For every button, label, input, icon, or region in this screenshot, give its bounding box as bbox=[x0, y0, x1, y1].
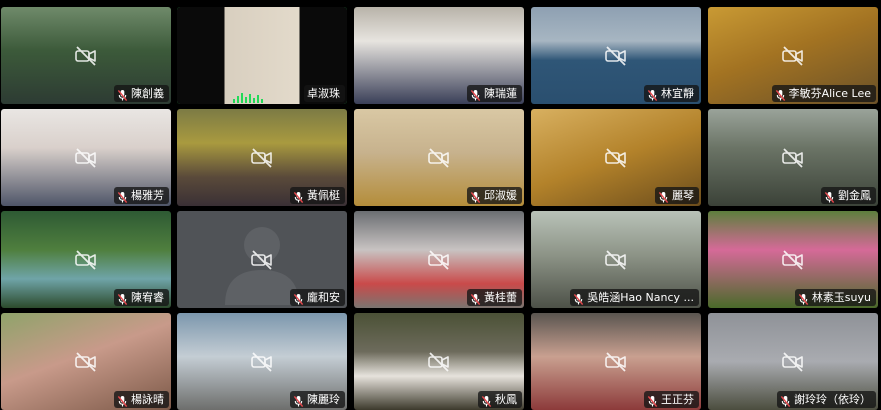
participant-name-tag: 王正芬 bbox=[644, 391, 699, 408]
video-camera-off-icon bbox=[74, 147, 98, 169]
participant-video-tile[interactable]: 楊雅芳 bbox=[1, 109, 171, 206]
participant-name: 卓淑珠 bbox=[307, 87, 340, 100]
microphone-muted-icon bbox=[647, 393, 658, 408]
participant-name: 邱淑媛 bbox=[484, 189, 517, 202]
participant-video-tile[interactable]: 林宜靜 bbox=[531, 7, 701, 104]
microphone-muted-icon bbox=[117, 291, 128, 306]
video-camera-off-icon bbox=[427, 147, 451, 169]
microphone-muted-icon bbox=[117, 87, 128, 102]
participant-name-tag: 陳宥睿 bbox=[114, 289, 169, 306]
participant-name-tag: 吳皓涵Hao Nancy ... bbox=[570, 289, 699, 306]
participant-name: 麗琴 bbox=[672, 189, 694, 202]
participant-name-tag: 邱淑媛 bbox=[467, 187, 522, 204]
participant-video-tile[interactable]: 麗琴 bbox=[531, 109, 701, 206]
participant-video-tile[interactable]: 吳皓涵Hao Nancy ... bbox=[531, 211, 701, 308]
video-camera-off-icon bbox=[250, 249, 274, 271]
participant-name-tag: 楊詠晴 bbox=[114, 391, 169, 408]
participant-name-tag: 李敏芬Alice Lee bbox=[771, 85, 876, 102]
microphone-muted-icon bbox=[470, 189, 481, 204]
participant-name: 秋鳳 bbox=[495, 393, 517, 406]
participant-video-tile[interactable]: 謝玲玲（依玲） bbox=[708, 313, 878, 410]
video-camera-off-icon bbox=[781, 147, 805, 169]
video-camera-off-icon bbox=[781, 249, 805, 271]
participant-video-tile[interactable]: 邱淑媛 bbox=[354, 109, 524, 206]
participant-name: 黃桂蕾 bbox=[484, 291, 517, 304]
participant-video-tile[interactable]: 陳瑞蓮 bbox=[354, 7, 524, 104]
microphone-muted-icon bbox=[470, 291, 481, 306]
microphone-muted-icon bbox=[117, 189, 128, 204]
participant-name: 龐和安 bbox=[307, 291, 340, 304]
microphone-muted-icon bbox=[117, 393, 128, 408]
participant-video-tile[interactable]: 秋鳳 bbox=[354, 313, 524, 410]
participant-name-tag: 陳瑞蓮 bbox=[467, 85, 522, 102]
participant-name: 黃佩梃 bbox=[307, 189, 340, 202]
participant-name: 林素玉suyu bbox=[811, 291, 871, 304]
microphone-muted-icon bbox=[481, 393, 492, 408]
participant-video-tile[interactable]: 劉金鳳 bbox=[708, 109, 878, 206]
speaking-audio-wave-icon bbox=[233, 93, 263, 103]
participant-video-tile[interactable]: 龐和安 bbox=[177, 211, 347, 308]
participant-name: 王正芬 bbox=[661, 393, 694, 406]
participant-name-tag: 秋鳳 bbox=[478, 391, 522, 408]
video-camera-off-icon bbox=[74, 45, 98, 67]
participant-name-tag: 林素玉suyu bbox=[794, 289, 876, 306]
participant-name-tag: 卓淑珠 bbox=[304, 85, 345, 102]
participant-name-tag: 龐和安 bbox=[290, 289, 345, 306]
participant-video-tile[interactable]: 林素玉suyu bbox=[708, 211, 878, 308]
participant-name: 楊詠晴 bbox=[131, 393, 164, 406]
video-camera-off-icon bbox=[427, 249, 451, 271]
video-camera-off-icon bbox=[427, 351, 451, 373]
participant-video-tile[interactable]: 王正芬 bbox=[531, 313, 701, 410]
participant-video-tile[interactable]: 陳宥睿 bbox=[1, 211, 171, 308]
participant-name-tag: 楊雅芳 bbox=[114, 187, 169, 204]
video-camera-off-icon bbox=[604, 45, 628, 67]
participant-video-tile[interactable]: 陳創義 bbox=[1, 7, 171, 104]
participant-name: 林宜靜 bbox=[661, 87, 694, 100]
video-camera-off-icon bbox=[74, 249, 98, 271]
participant-name-tag: 劉金鳳 bbox=[821, 187, 876, 204]
participant-name-tag: 麗琴 bbox=[655, 187, 699, 204]
participant-video-tile[interactable]: 陳麗玲 bbox=[177, 313, 347, 410]
participant-name-tag: 陳創義 bbox=[114, 85, 169, 102]
video-camera-off-icon bbox=[781, 45, 805, 67]
participant-name: 楊雅芳 bbox=[131, 189, 164, 202]
participant-name-tag: 陳麗玲 bbox=[290, 391, 345, 408]
video-camera-off-icon bbox=[604, 147, 628, 169]
participant-name: 吳皓涵Hao Nancy ... bbox=[587, 291, 694, 304]
microphone-muted-icon bbox=[293, 291, 304, 306]
video-camera-off-icon bbox=[250, 147, 274, 169]
video-camera-off-icon bbox=[74, 351, 98, 373]
microphone-muted-icon bbox=[293, 189, 304, 204]
participant-video-tile[interactable]: 黃佩梃 bbox=[177, 109, 347, 206]
participant-video-tile[interactable]: 楊詠晴 bbox=[1, 313, 171, 410]
microphone-muted-icon bbox=[775, 87, 786, 102]
participant-name-tag: 林宜靜 bbox=[644, 85, 699, 102]
video-camera-off-icon bbox=[604, 249, 628, 271]
participant-name: 陳瑞蓮 bbox=[484, 87, 517, 100]
participant-name-tag: 謝玲玲（依玲） bbox=[777, 391, 876, 408]
microphone-muted-icon bbox=[573, 291, 584, 306]
microphone-muted-icon bbox=[780, 393, 791, 408]
participant-name: 謝玲玲（依玲） bbox=[794, 393, 871, 406]
microphone-muted-icon bbox=[293, 393, 304, 408]
microphone-muted-icon bbox=[470, 87, 481, 102]
microphone-muted-icon bbox=[647, 87, 658, 102]
video-camera-off-icon bbox=[604, 351, 628, 373]
participant-video-tile[interactable]: 李敏芬Alice Lee bbox=[708, 7, 878, 104]
microphone-muted-icon bbox=[824, 189, 835, 204]
participant-name-tag: 黃桂蕾 bbox=[467, 289, 522, 306]
participant-name: 李敏芬Alice Lee bbox=[788, 87, 871, 100]
participant-video-tile[interactable]: 黃桂蕾 bbox=[354, 211, 524, 308]
participant-name: 陳宥睿 bbox=[131, 291, 164, 304]
participant-name: 劉金鳳 bbox=[838, 189, 871, 202]
participant-video-tile[interactable]: 卓淑珠 bbox=[177, 7, 347, 104]
video-camera-off-icon bbox=[781, 351, 805, 373]
participant-name: 陳麗玲 bbox=[307, 393, 340, 406]
video-camera-off-icon bbox=[250, 351, 274, 373]
participant-name-tag: 黃佩梃 bbox=[290, 187, 345, 204]
participant-name: 陳創義 bbox=[131, 87, 164, 100]
microphone-muted-icon bbox=[798, 291, 809, 306]
video-gallery-grid: 陳創義 卓淑珠 陳瑞蓮 林宜靜 李敏芬Alice Lee 楊雅芳 黃佩梃 邱淑媛 麗琴 劉金鳳陳宥… bbox=[0, 0, 881, 410]
microphone-muted-icon bbox=[658, 189, 669, 204]
